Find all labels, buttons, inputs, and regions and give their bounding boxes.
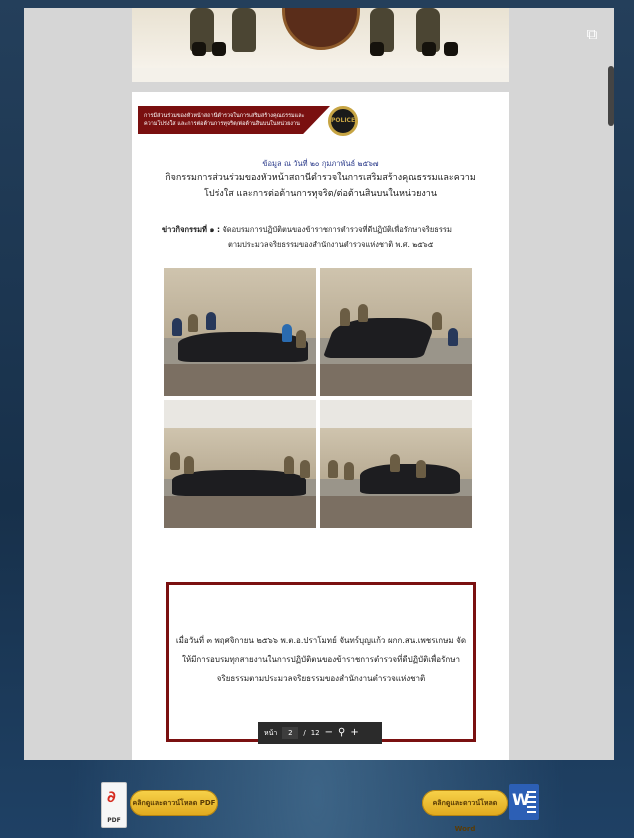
page-separator: / [303, 729, 306, 737]
officer-figure [232, 8, 256, 52]
download-word-button[interactable]: คลิกดูและดาวน์โหลด Word [422, 790, 508, 833]
meeting-photo [320, 400, 472, 528]
download-pdf-button[interactable]: คลิกดูและดาวน์โหลด PDF [130, 790, 218, 816]
meeting-photo [320, 268, 472, 396]
officer-boot [444, 42, 458, 56]
page-2: การมีส่วนร่วมของหัวหน้าสถานีตำรวจในการเส… [132, 92, 509, 760]
minus-icon[interactable]: − [325, 722, 333, 744]
date-line: ข้อมูล ณ วันที่ ๒๐ กุมภาพันธ์ ๒๕๖๗ [262, 159, 379, 168]
activity-line-1: จัดอบรมการปฏิบัติตนของข้าราชการตำรวจที่ด… [222, 225, 452, 234]
total-pages: 12 [310, 729, 320, 737]
header-banner: การมีส่วนร่วมของหัวหน้าสถานีตำรวจในการเส… [138, 106, 330, 134]
activity-title: ข่าวกิจกรรมที่ ๑ : จัดอบรมการปฏิบัติตนขอ… [162, 222, 479, 252]
officer-boot [370, 42, 384, 56]
plus-icon[interactable]: + [350, 722, 358, 744]
page-label: หน้า [264, 729, 278, 737]
word-lines [527, 791, 536, 813]
meeting-photo [164, 400, 316, 528]
police-emblem [282, 8, 360, 50]
officer-boot [212, 42, 226, 56]
magnifier-icon[interactable]: ⚲ [338, 722, 345, 744]
page-1-photo [132, 8, 509, 68]
pdf-icon-label: PDF [107, 817, 121, 824]
page-navigator: หน้า 2 / 12 − ⚲ + [258, 722, 382, 744]
page-1-bottom [132, 8, 509, 82]
officer-boot [192, 42, 206, 56]
scrollbar[interactable] [608, 66, 614, 126]
current-page-input[interactable]: 2 [282, 727, 299, 739]
officer-boot [422, 42, 436, 56]
police-badge-icon: POLICE [328, 106, 358, 136]
document-viewer[interactable]: ⧉ การมีส่วนร่วมของหัวหน้าสถานีตำรวจในการ… [24, 8, 614, 760]
body-text-box: เมื่อวันที่ ๓ พฤศจิกายน ๒๕๖๖ พ.ต.อ.ปราโม… [166, 582, 476, 742]
word-icon[interactable]: W [509, 784, 539, 820]
body-text: เมื่อวันที่ ๓ พฤศจิกายน ๒๕๖๖ พ.ต.อ.ปราโม… [175, 636, 467, 683]
meeting-photo [164, 268, 316, 396]
activity-prefix: ข่าวกิจกรรมที่ ๑ : [162, 225, 220, 234]
photo-grid [164, 268, 472, 530]
acrobat-glyph-icon: ∂ [107, 787, 116, 806]
external-link-icon[interactable]: ⧉ [580, 22, 604, 46]
page-headline: กิจกรรมการส่วนร่วมของหัวหน้าสถานีตำรวจใน… [165, 173, 476, 199]
activity-line-2: ตามประมวลจริยธรรมของสำนักงานตำรวจแห่งชาต… [228, 240, 434, 249]
pdf-icon[interactable]: ∂ PDF [101, 782, 127, 828]
